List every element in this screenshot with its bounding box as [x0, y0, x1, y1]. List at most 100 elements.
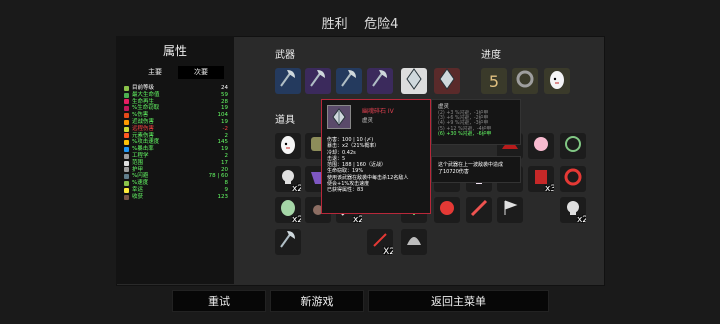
- stat-row: 工程学 2: [124, 153, 228, 160]
- progress-slot[interactable]: 5: [481, 68, 507, 94]
- tooth-icon: [434, 197, 460, 223]
- item-slot[interactable]: x2: [275, 197, 301, 223]
- stat-row: 远程伤害 -2: [124, 126, 228, 133]
- result-text: 胜利: [321, 17, 348, 32]
- stat-row: %伤害 104: [124, 112, 228, 119]
- gem-ring-icon: [560, 166, 586, 192]
- stat-icon: [124, 160, 129, 166]
- weapon-tooltip: 幽魂碎石 IV 虚灵 伤害：100 | 10 (〆) 暴击：x2（21%概率） 冷却…: [321, 99, 431, 214]
- stat-name: 范围: [132, 159, 144, 166]
- item-slot[interactable]: x3: [528, 166, 554, 192]
- axe-icon: [367, 68, 393, 94]
- weapon-slot[interactable]: [401, 68, 427, 94]
- stat-list: 目前等级 24 最大生命值 59 生命再生 28 %生命窃取 19 %伤害 104 近战伤害 19 远程…: [124, 85, 228, 201]
- stat-value: 78 | 60: [208, 173, 228, 180]
- stat-name: %速度: [132, 180, 149, 187]
- stat-name: 幸运: [132, 186, 144, 193]
- stat-icon: [124, 153, 129, 159]
- stat-icon: [124, 92, 129, 98]
- stat-name: 远程伤害: [132, 125, 155, 132]
- stats-panel: 属性 主要 次要 目前等级 24 最大生命值 59 生命再生 28 %生命窃取 19 %伤害 10…: [116, 36, 234, 284]
- item-slot[interactable]: [434, 197, 460, 223]
- weapon-type: 虚灵: [362, 118, 374, 124]
- stat-value: 123: [217, 193, 229, 200]
- item-slot[interactable]: x2: [275, 166, 301, 192]
- stat-value: 2: [224, 152, 229, 159]
- item-slot[interactable]: [275, 229, 301, 255]
- stats-tabs: 主要 次要: [132, 66, 224, 79]
- progress-header: 进度: [481, 50, 501, 61]
- stat-icon: [124, 113, 129, 119]
- stat-row: %速度 8: [124, 180, 228, 187]
- stat-name: %暴击率: [132, 146, 154, 153]
- stat-icon: [124, 85, 129, 91]
- tab-secondary[interactable]: 次要: [178, 66, 224, 79]
- egg-icon: [275, 133, 301, 159]
- weapon-slot[interactable]: [367, 68, 393, 94]
- retry-button[interactable]: 重试: [172, 290, 266, 312]
- item-count: x2: [291, 215, 301, 223]
- tab-primary[interactable]: 主要: [132, 66, 178, 79]
- item-slot[interactable]: X2: [367, 229, 393, 255]
- item-slot[interactable]: [497, 197, 523, 223]
- item-count: x2: [291, 184, 301, 192]
- stat-row: 收获 123: [124, 194, 228, 201]
- weapons-header: 武器: [275, 50, 295, 61]
- stat-value: 19: [221, 146, 228, 153]
- set-bonus-lines: (2) +3 %闪避，-1护甲 (3) +6 %闪避，-2护甲 (4) +9 %闪避…: [438, 111, 491, 137]
- item-slot[interactable]: [560, 166, 586, 192]
- items-header: 道具: [275, 115, 295, 126]
- set-bonus-line: (4) +9 %闪避，-3护甲: [438, 121, 489, 127]
- weapon-slot[interactable]: [305, 68, 331, 94]
- axe-icon: [275, 68, 301, 94]
- number-5-icon: 5: [488, 71, 500, 91]
- stat-row: 近战伤害 19: [124, 119, 228, 126]
- set-bonus-line: (6) +30 %闪避，-6护甲: [438, 131, 492, 137]
- new-game-button[interactable]: 新游戏: [270, 290, 364, 312]
- stat-icon: [124, 174, 129, 180]
- item-slot[interactable]: [401, 229, 427, 255]
- item-count: X2: [383, 247, 393, 255]
- damage-line-1: 这个武器在上一波敌袭中造成: [438, 162, 504, 168]
- stat-name: 收获: [132, 193, 144, 200]
- crystal-leaf-icon: [434, 68, 460, 94]
- ring-icon: [512, 68, 538, 94]
- main-menu-button[interactable]: 返回主菜单: [368, 290, 549, 312]
- crystal-leaf-icon: [327, 105, 351, 129]
- stat-value: 59: [221, 91, 228, 98]
- item-slot[interactable]: [466, 197, 492, 223]
- axe-icon: [275, 229, 301, 255]
- weapon-slot[interactable]: [434, 68, 460, 94]
- item-slot[interactable]: x2: [560, 197, 586, 223]
- damage-tooltip: 这个武器在上一波敌袭中造成 了10720伤害: [431, 156, 521, 183]
- jelly-icon: [528, 133, 554, 159]
- stat-value: 28: [221, 98, 228, 105]
- stat-value: 19: [221, 118, 228, 125]
- weapon-name: 幽魂碎石 IV: [362, 108, 394, 115]
- header-title: 胜利 危险4: [0, 13, 720, 32]
- item-slot[interactable]: [275, 133, 301, 159]
- progress-slot[interactable]: [512, 68, 538, 94]
- stat-icon: [124, 187, 129, 193]
- progress-slot[interactable]: [544, 68, 570, 94]
- stat-name: 目前等级: [132, 85, 155, 91]
- item-count: x2: [576, 215, 586, 223]
- stat-value: 9: [224, 186, 229, 193]
- item-slot[interactable]: [528, 133, 554, 159]
- syringe-icon: [466, 197, 492, 223]
- stat-value: 2: [224, 132, 229, 139]
- flag-icon: [497, 197, 523, 223]
- item-count: x2: [352, 215, 362, 223]
- stat-row: 目前等级 24: [124, 85, 228, 92]
- stat-icon: [124, 106, 129, 112]
- stat-name: 最大生命值: [132, 91, 160, 98]
- stat-value: 17: [221, 159, 228, 166]
- wreath-icon: [560, 133, 586, 159]
- stats-title: 属性: [162, 44, 187, 58]
- stat-value: 145: [217, 139, 229, 146]
- weapon-slot[interactable]: [275, 68, 301, 94]
- damage-line-2: 了10720伤害: [438, 169, 469, 175]
- weapon-slot[interactable]: [336, 68, 362, 94]
- item-slot[interactable]: [560, 133, 586, 159]
- stat-icon: [124, 119, 129, 125]
